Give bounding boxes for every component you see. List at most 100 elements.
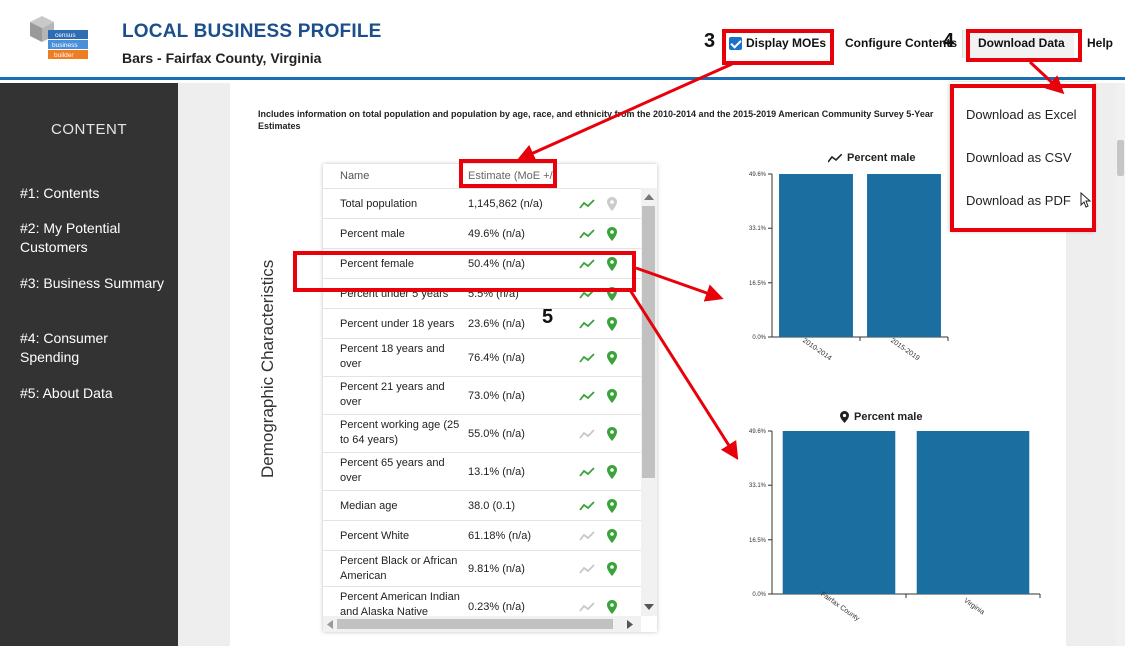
configure-contents-button[interactable]: Configure Contents [845, 36, 957, 50]
scroll-right-arrow-icon[interactable] [627, 620, 633, 629]
map-pin-icon[interactable] [607, 600, 617, 614]
demographics-table: Name Estimate (MoE +/-) Total population… [323, 164, 657, 632]
app-title: LOCAL BUSINESS PROFILE [122, 21, 382, 42]
logo-word-builder: builder [54, 52, 74, 59]
display-moes-checkbox[interactable] [729, 37, 742, 50]
y-tick-label: 49.6% [749, 172, 767, 178]
table-row[interactable]: Total population 1,145,862 (n/a) [323, 188, 641, 218]
map-pin-icon[interactable] [607, 351, 617, 365]
map-pin-icon[interactable] [607, 499, 617, 513]
map-pin-icon[interactable] [607, 197, 617, 211]
page-scrollbar-thumb[interactable] [1117, 140, 1124, 176]
trend-icon[interactable] [579, 319, 595, 329]
chart-bar [779, 174, 853, 337]
download-data-button[interactable]: Download Data [978, 36, 1065, 50]
column-header-estimate[interactable]: Estimate (MoE +/-) [468, 170, 556, 182]
chart-bar [867, 174, 941, 337]
row-name: Percent White [340, 530, 410, 542]
trend-icon[interactable] [579, 289, 595, 299]
sidebar-item-my-potential-customers[interactable]: #2: My Potential Customers [20, 219, 170, 257]
row-estimate: 23.6% (n/a) [468, 318, 525, 330]
y-tick-label: 16.5% [749, 281, 767, 287]
chart-1: 0.0% 16.5% 33.1% 49.6% 2010-2014 2015-2019 [749, 172, 949, 362]
row-name: Percent working age (25 to 64 years) [340, 419, 460, 446]
table-row[interactable]: Percent 65 years and over 13.1% (n/a) [323, 452, 641, 490]
trend-icon[interactable] [579, 353, 595, 363]
row-name: Percent under 5 years [340, 288, 449, 300]
trend-icon[interactable] [579, 391, 595, 401]
sidebar-item-about-data[interactable]: #5: About Data [20, 384, 170, 403]
scroll-left-arrow-icon[interactable] [327, 620, 333, 629]
scroll-down-arrow-icon[interactable] [644, 604, 654, 610]
chart-bar [916, 431, 1030, 594]
map-pin-icon[interactable] [607, 389, 617, 403]
chart-bar [782, 431, 896, 594]
trend-icon[interactable] [579, 602, 595, 612]
x-tick-label: 2015-2019 [889, 337, 921, 362]
table-horizontal-scrollbar-thumb[interactable] [337, 619, 613, 629]
table-vertical-scrollbar-thumb[interactable] [642, 206, 655, 478]
x-tick-label: 2010-2014 [801, 337, 833, 362]
table-row[interactable]: Percent under 18 years 23.6% (n/a) [323, 308, 641, 338]
table-row[interactable]: Percent Black or African American 9.81% (… [323, 550, 641, 586]
trend-icon[interactable] [579, 564, 595, 574]
census-business-builder-logo: census business builder [30, 16, 88, 59]
left-gutter [178, 83, 230, 646]
table-row[interactable]: Percent White 61.18% (n/a) [323, 520, 641, 550]
row-estimate: 76.4% (n/a) [468, 352, 525, 364]
map-pin-icon[interactable] [607, 427, 617, 441]
annotation-number-5: 5 [542, 306, 554, 328]
logo-word-census: census [55, 32, 76, 39]
trend-icon[interactable] [579, 467, 595, 477]
trend-icon[interactable] [579, 501, 595, 511]
trend-icon[interactable] [579, 429, 595, 439]
annotation-number-3: 3 [704, 30, 716, 52]
download-excel-option[interactable]: Download as Excel [966, 107, 1077, 122]
row-estimate: 13.1% (n/a) [468, 466, 525, 478]
y-tick-label: 33.1% [749, 226, 767, 232]
row-estimate: 1,145,862 (n/a) [468, 198, 543, 210]
map-pin-icon[interactable] [607, 257, 617, 271]
row-estimate: 50.4% (n/a) [468, 258, 525, 270]
download-pdf-option[interactable]: Download as PDF [966, 193, 1071, 208]
trend-icon[interactable] [579, 199, 595, 209]
map-pin-icon[interactable] [607, 287, 617, 301]
table-row[interactable]: Percent under 5 years 5.5% (n/a) [323, 278, 641, 308]
download-csv-option[interactable]: Download as CSV [966, 150, 1072, 165]
table-row[interactable]: Percent 21 years and over 73.0% (n/a) [323, 376, 641, 414]
y-tick-label: 16.5% [749, 538, 767, 544]
y-tick-label: 0.0% [752, 592, 766, 598]
table-row[interactable]: Percent male 49.6% (n/a) [323, 218, 641, 248]
sidebar: CONTENT #1: Contents #2: My Potential Cu… [0, 83, 178, 646]
chart-2: 0.0% 16.5% 33.1% 49.6% Fairfax County Virgini… [749, 429, 1041, 623]
map-pin-icon[interactable] [607, 562, 617, 576]
table-row[interactable]: Percent working age (25 to 64 years) 55.0… [323, 414, 641, 452]
section-intro-text: Includes information on total population… [258, 109, 934, 131]
map-pin-icon[interactable] [607, 227, 617, 241]
row-name: Total population [340, 198, 418, 210]
map-pin-icon[interactable] [607, 465, 617, 479]
map-pin-icon[interactable] [607, 529, 617, 543]
display-moes-label[interactable]: Display MOEs [746, 36, 826, 50]
trend-icon[interactable] [579, 531, 595, 541]
sidebar-item-consumer-spending[interactable]: #4: Consumer Spending [20, 329, 170, 367]
row-name: Percent male [340, 228, 405, 240]
mouse-cursor-icon [1080, 192, 1092, 208]
row-name: Percent 65 years and over [340, 457, 445, 484]
row-estimate: 38.0 (0.1) [468, 500, 516, 512]
row-estimate: 73.0% (n/a) [468, 390, 525, 402]
trend-icon[interactable] [579, 229, 595, 239]
map-pin-icon[interactable] [607, 317, 617, 331]
scroll-up-arrow-icon[interactable] [644, 194, 654, 200]
table-row[interactable]: Median age 38.0 (0.1) [323, 490, 641, 520]
sidebar-item-contents[interactable]: #1: Contents [20, 184, 170, 203]
trend-icon[interactable] [579, 259, 595, 269]
x-tick-label: Virginia [962, 597, 985, 616]
column-header-name[interactable]: Name [340, 170, 369, 182]
help-link[interactable]: Help [1087, 36, 1113, 50]
sidebar-item-business-summary[interactable]: #3: Business Summary [20, 274, 170, 293]
table-row[interactable]: Percent female 50.4% (n/a) [323, 248, 641, 278]
row-name: Median age [340, 500, 398, 512]
table-row[interactable]: Percent 18 years and over 76.4% (n/a) [323, 338, 641, 376]
row-name: Percent Black or African American [340, 555, 458, 582]
